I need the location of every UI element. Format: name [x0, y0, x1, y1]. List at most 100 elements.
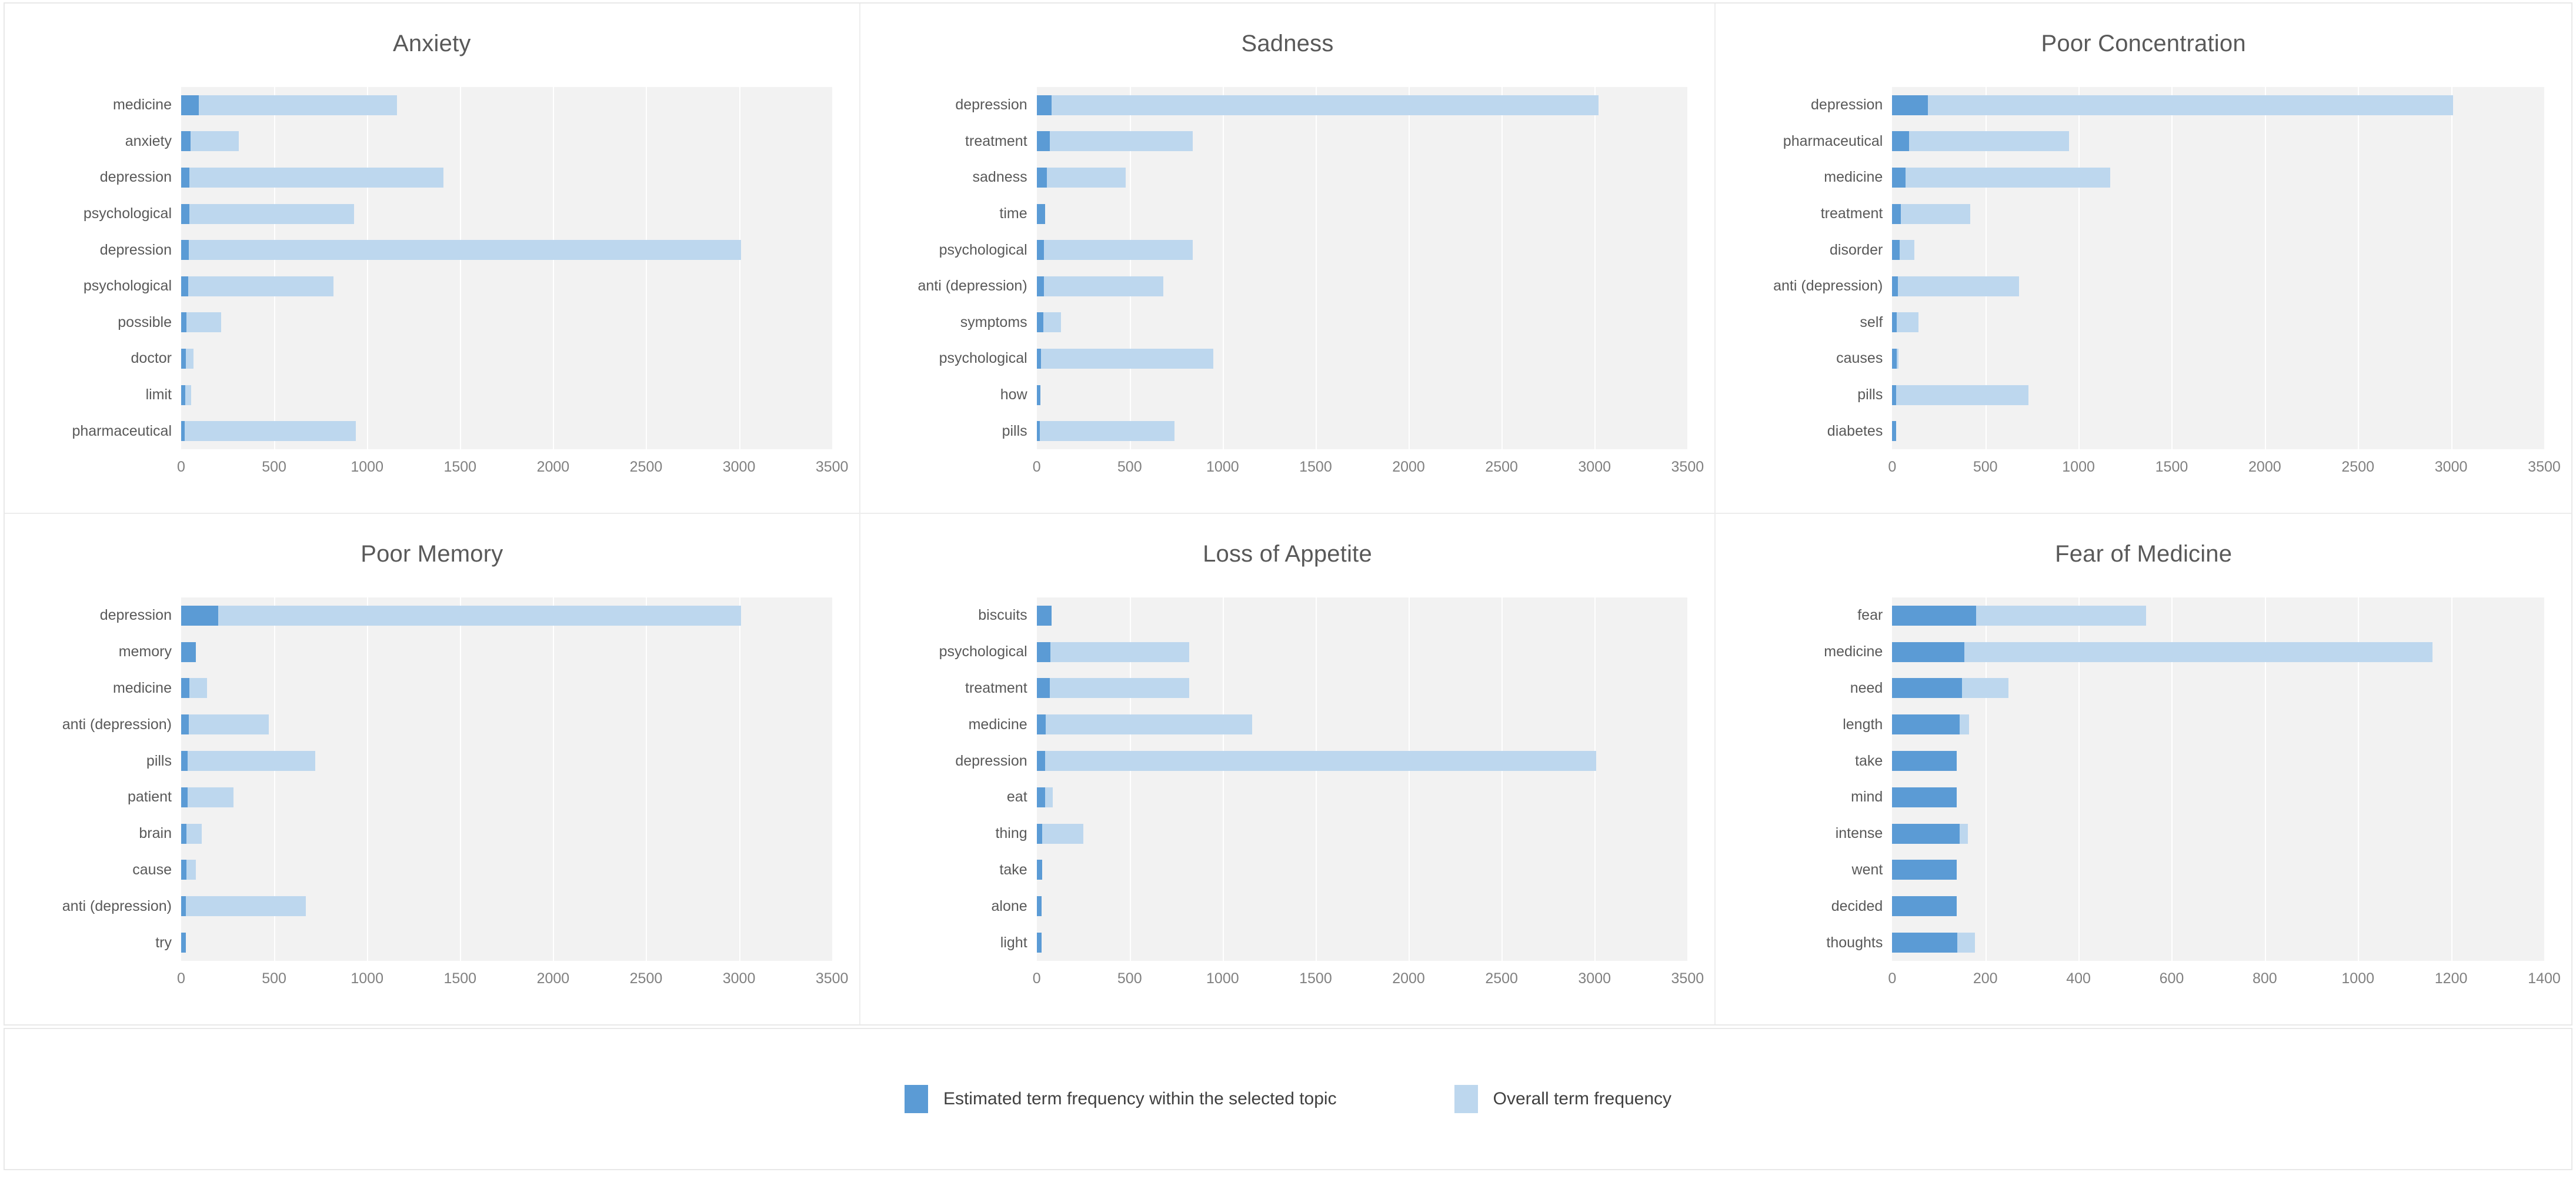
bar-estimated-frequency — [181, 240, 189, 260]
y-axis-labels-loss-of-appetite: biscuits psychological treatment medicine de… — [860, 590, 1037, 1004]
bar-stack — [1892, 933, 2544, 953]
bar-estimated-frequency — [181, 787, 188, 807]
category-label: psychological — [83, 278, 172, 295]
bar-stack — [181, 276, 832, 296]
bar-row — [181, 196, 832, 232]
category-label: depression — [99, 241, 172, 258]
x-tick-label: 600 — [2159, 970, 2184, 987]
gridline — [1687, 87, 1689, 449]
bar-overall-frequency — [1036, 823, 1083, 844]
bar-estimated-frequency — [181, 385, 185, 405]
bar-row — [181, 123, 832, 160]
x-tick-label: 800 — [2252, 970, 2277, 987]
bar-estimated-frequency — [181, 131, 191, 152]
chart-panel-anxiety: Anxiety medicine anxiety depression psycholo… — [5, 4, 860, 514]
bar-row — [181, 816, 832, 852]
category-label: psychological — [939, 241, 1027, 258]
bar-stack — [181, 348, 832, 369]
bar-row — [1036, 305, 1688, 341]
category-label: depression — [1811, 96, 1883, 113]
bar-estimated-frequency — [1892, 203, 1901, 224]
x-tick-label: 500 — [1117, 970, 1142, 987]
chart-title-sadness: Sadness — [1241, 31, 1334, 56]
y-axis-labels-anxiety: medicine anxiety depression psychological de… — [5, 80, 181, 493]
plot-column-sadness: 0 500 1000 1500 2000 2500 3000 3500 — [1033, 80, 1715, 493]
plot-column-poor-memory: 0 500 1000 1500 2000 2500 3000 3500 — [177, 590, 859, 1004]
dashboard-root: Anxiety medicine anxiety depression psycholo… — [0, 0, 2576, 1189]
chart-title-loss-of-appetite: Loss of Appetite — [1203, 541, 1372, 567]
bar-overall-frequency — [181, 787, 233, 807]
bar-row — [1892, 743, 2544, 779]
bar-row — [1892, 924, 2544, 961]
bar-estimated-frequency — [1892, 933, 1958, 953]
y-axis-labels-fear-of-medicine: fear medicine need length take mind intense wen… — [1716, 590, 1892, 1004]
category-label: pharmaceutical — [1783, 132, 1883, 149]
x-tick-label: 1000 — [2341, 970, 2375, 987]
bar-row — [181, 159, 832, 196]
bar-stack — [1892, 203, 2544, 224]
bar-row — [1892, 852, 2544, 889]
bar-estimated-frequency — [181, 933, 186, 953]
category-label: anti (depression) — [62, 716, 172, 733]
bar-stack — [1036, 896, 1688, 917]
bar-stack — [181, 203, 832, 224]
category-label: take — [999, 861, 1027, 878]
bar-row — [181, 779, 832, 816]
bar-row — [181, 888, 832, 924]
bar-stack — [181, 95, 832, 115]
bar-row — [1036, 634, 1688, 670]
x-tick-label: 2500 — [2341, 459, 2375, 475]
category-label: treatment — [965, 132, 1027, 149]
bar-row — [181, 305, 832, 341]
category-label: biscuits — [978, 607, 1027, 624]
x-tick-label: 3000 — [2434, 459, 2468, 475]
bar-estimated-frequency — [1036, 896, 1042, 917]
bar-estimated-frequency — [1892, 131, 1909, 152]
bar-stack — [181, 167, 832, 188]
bar-row — [1036, 743, 1688, 779]
bar-overall-frequency — [1892, 642, 2432, 662]
bar-row — [1892, 305, 2544, 341]
chart-panel-poor-memory: Poor Memory depression memory medicine anti … — [5, 514, 860, 1024]
bar-stack — [1892, 751, 2544, 771]
bar-stack — [181, 642, 832, 662]
bar-stack — [1892, 714, 2544, 735]
bar-row — [181, 340, 832, 377]
bar-row — [1036, 924, 1688, 961]
bar-series-anxiety — [181, 87, 832, 449]
bar-estimated-frequency — [181, 348, 186, 369]
bar-row — [1036, 816, 1688, 852]
bar-stack — [181, 605, 832, 626]
gridline — [832, 597, 833, 961]
bar-overall-frequency — [181, 240, 741, 260]
x-tick-label: 1000 — [351, 970, 383, 987]
x-tick-label: 0 — [1888, 970, 1897, 987]
x-tick-label: 1500 — [443, 970, 477, 987]
bar-overall-frequency — [1036, 131, 1193, 152]
category-label: eat — [1006, 789, 1027, 806]
category-label: psychological — [939, 643, 1027, 660]
legend-swatch-overall-icon — [1454, 1085, 1478, 1113]
x-tick-label: 200 — [1973, 970, 1998, 987]
category-label: memory — [118, 643, 172, 660]
category-label: anti (depression) — [917, 278, 1027, 295]
bar-estimated-frequency — [1036, 605, 1052, 626]
category-label: psychological — [939, 350, 1027, 367]
bar-stack — [1892, 167, 2544, 188]
x-tick-label: 2000 — [2248, 459, 2281, 475]
bar-estimated-frequency — [1036, 421, 1040, 442]
x-tick-label: 3000 — [1578, 459, 1611, 475]
x-tick-label: 0 — [1032, 459, 1041, 475]
bar-stack — [1036, 787, 1688, 807]
category-label: mind — [1851, 789, 1883, 806]
bar-row — [1892, 87, 2544, 123]
category-label: psychological — [83, 205, 172, 222]
bar-overall-frequency — [181, 421, 356, 442]
bar-overall-frequency — [1036, 421, 1174, 442]
legend-item-overall: Overall term frequency — [1454, 1085, 1671, 1113]
chart-title-anxiety: Anxiety — [393, 31, 471, 56]
bar-row — [1892, 779, 2544, 816]
plot-column-poor-concentration: 0 500 1000 1500 2000 2500 3000 3500 — [1888, 80, 2571, 493]
bar-stack — [181, 751, 832, 771]
bar-series-sadness — [1036, 87, 1688, 449]
